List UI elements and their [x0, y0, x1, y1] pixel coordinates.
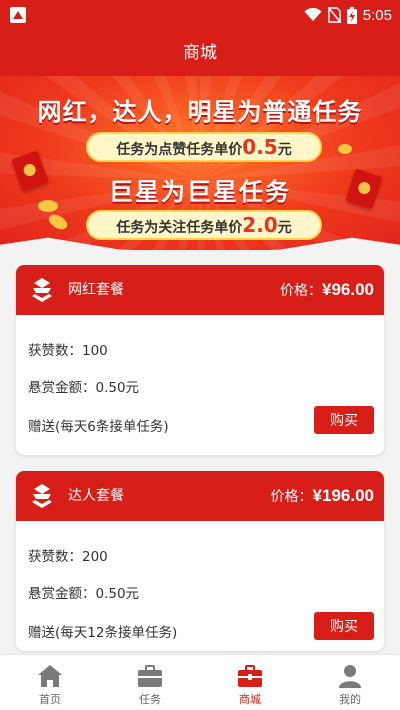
app-notification-icon	[10, 7, 26, 23]
package-gift: 赠送(每天12条接单任务)	[28, 625, 178, 641]
tab-home[interactable]: 首页	[0, 655, 100, 710]
briefcase-icon	[138, 665, 162, 687]
page-title: 商城	[0, 30, 400, 76]
banner-subheadline: 巨星为巨星任务	[109, 178, 291, 206]
coin-icon	[338, 144, 352, 154]
buy-button[interactable]: 购买	[314, 612, 374, 640]
home-icon	[38, 665, 62, 687]
package-header: 网红套餐 价格：¥96.00	[16, 265, 384, 315]
package-badge-icon	[32, 278, 52, 302]
banner-follow-price-pill: 任务为关注任务单价2.0元	[86, 210, 322, 240]
package-name: 达人套餐	[68, 488, 124, 504]
package-likes: 获赞数：200	[28, 549, 108, 565]
bottom-tab-bar: 首页 任务 商城 我的	[0, 654, 400, 710]
tab-shop[interactable]: 商城	[200, 655, 300, 710]
tab-tasks[interactable]: 任务	[100, 655, 200, 710]
no-sim-icon	[327, 7, 341, 23]
package-card-wanghong: 网红套餐 价格：¥96.00 获赞数：100 悬赏金额：0.50元 赠送(每天6…	[16, 265, 384, 455]
status-bar: 5:05	[0, 0, 400, 30]
battery-charging-icon	[346, 6, 357, 24]
banner-headline: 网红，达人，明星为普通任务	[37, 98, 363, 126]
package-price: 价格：¥196.00	[270, 486, 374, 505]
system-icons: 5:05	[304, 5, 392, 25]
package-likes: 获赞数：100	[28, 343, 108, 359]
package-gift: 赠送(每天6条接单任务)	[28, 419, 169, 435]
package-reward: 悬赏金额：0.50元	[28, 380, 140, 396]
package-price: 价格：¥96.00	[280, 280, 374, 299]
shop-bag-icon	[238, 665, 262, 687]
banner-like-price-pill: 任务为点赞任务单价0.5元	[86, 132, 322, 162]
clock: 5:05	[362, 6, 392, 24]
person-icon	[339, 665, 361, 688]
wifi-icon	[304, 8, 322, 21]
package-header: 达人套餐 价格：¥196.00	[16, 471, 384, 521]
package-reward: 悬赏金额：0.50元	[28, 586, 140, 602]
promo-banner[interactable]: 网红，达人，明星为普通任务 任务为点赞任务单价0.5元 巨星为巨星任务 任务为关…	[0, 76, 400, 250]
package-card-daren: 达人套餐 价格：¥196.00 获赞数：200 悬赏金额：0.50元 赠送(每天…	[16, 471, 384, 651]
package-name: 网红套餐	[68, 282, 124, 298]
package-badge-icon	[32, 484, 52, 508]
buy-button[interactable]: 购买	[314, 406, 374, 434]
tab-profile[interactable]: 我的	[300, 655, 400, 710]
